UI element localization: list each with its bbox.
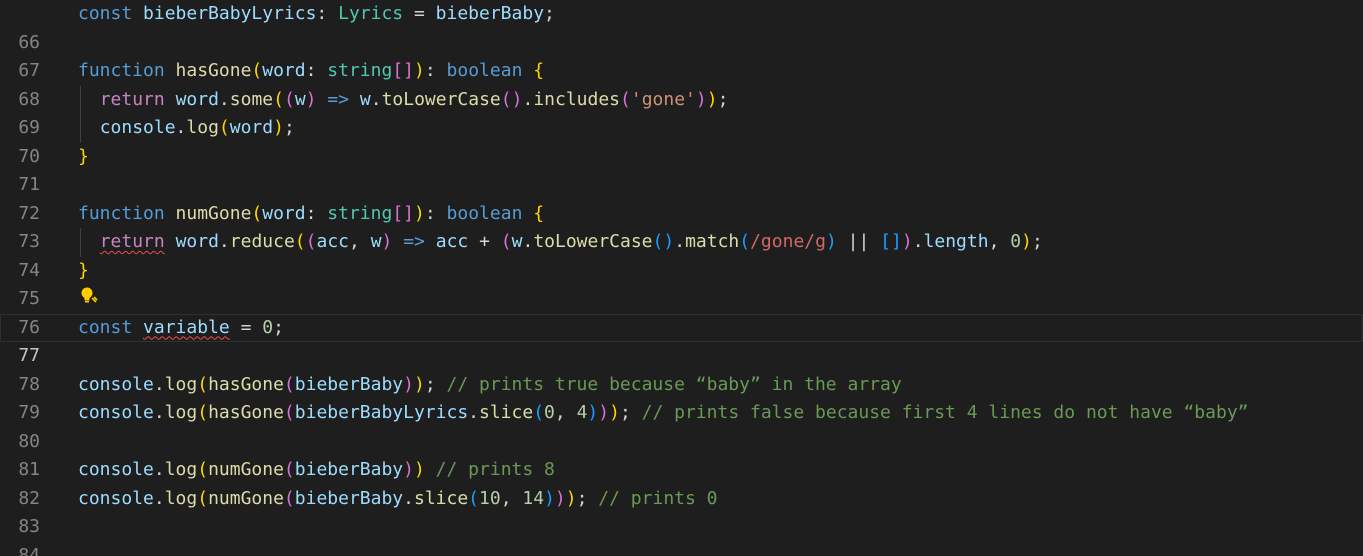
code-line[interactable]: 84 [0,513,1363,556]
code-line[interactable]: 66 const bieberBabyLyrics: Lyrics = bieb… [0,0,1363,53]
code-text[interactable]: } [78,143,89,172]
code-line[interactable]: 70 console.log(word); [0,114,1363,167]
code-line[interactable]: 83 console.log(numGone(bieberBaby.slice(… [0,485,1363,538]
code-line[interactable]: 71 } [0,143,1363,196]
code-text[interactable]: console.log(numGone(bieberBaby)) // prin… [78,456,555,485]
code-line[interactable]: 69 return word.some((w) => w.toLowerCase… [0,86,1363,139]
code-line[interactable]: 79 console.log(hasGone(bieberBaby)); // … [0,371,1363,424]
code-text[interactable]: console.log(numGone(bieberBaby.slice(10,… [78,485,718,514]
code-text[interactable]: console.log(hasGone(bieberBaby)); // pri… [78,371,902,400]
code-line[interactable]: 73 function numGone(word: string[]): boo… [0,200,1363,253]
code-line[interactable]: 76 [0,285,1363,338]
code-line[interactable]: 80 console.log(hasGone(bieberBabyLyrics.… [0,399,1363,452]
code-line[interactable]: 67 [0,29,1363,81]
code-text[interactable]: function numGone(word: string[]): boolea… [78,200,544,229]
code-text[interactable]: console.log(hasGone(bieberBabyLyrics.sli… [78,399,1249,428]
code-editor[interactable]: 66 const bieberBabyLyrics: Lyrics = bieb… [0,0,1363,556]
code-line[interactable]: 81 [0,428,1363,480]
code-text[interactable]: return word.some((w) => w.toLowerCase().… [78,86,729,115]
code-line[interactable]: 75 } [0,257,1363,310]
code-text[interactable]: } [78,257,89,286]
line-number: 84 [18,544,40,556]
code-text[interactable]: return word.reduce((acc, w) => acc + (w.… [78,228,1043,257]
code-text[interactable]: function hasGone(word: string[]): boolea… [78,57,544,86]
indent-guide [80,85,81,143]
code-line[interactable]: 82 console.log(numGone(bieberBaby)) // p… [0,456,1363,509]
code-line[interactable]: 68 function hasGone(word: string[]): boo… [0,57,1363,110]
code-text[interactable]: const variable = 0; [78,314,284,343]
code-line[interactable]: 74 return word.reduce((acc, w) => acc + … [0,228,1363,281]
code-line[interactable]: 78 [0,342,1363,395]
lightbulb-autofix-icon[interactable] [79,286,99,306]
code-text[interactable]: console.log(word); [78,114,295,143]
code-text[interactable]: const bieberBabyLyrics: Lyrics = bieberB… [78,0,555,29]
code-line[interactable]: 72 [0,171,1363,224]
indent-guide [80,228,81,257]
code-line-active[interactable]: 77 const variable = 0; [0,314,1363,367]
